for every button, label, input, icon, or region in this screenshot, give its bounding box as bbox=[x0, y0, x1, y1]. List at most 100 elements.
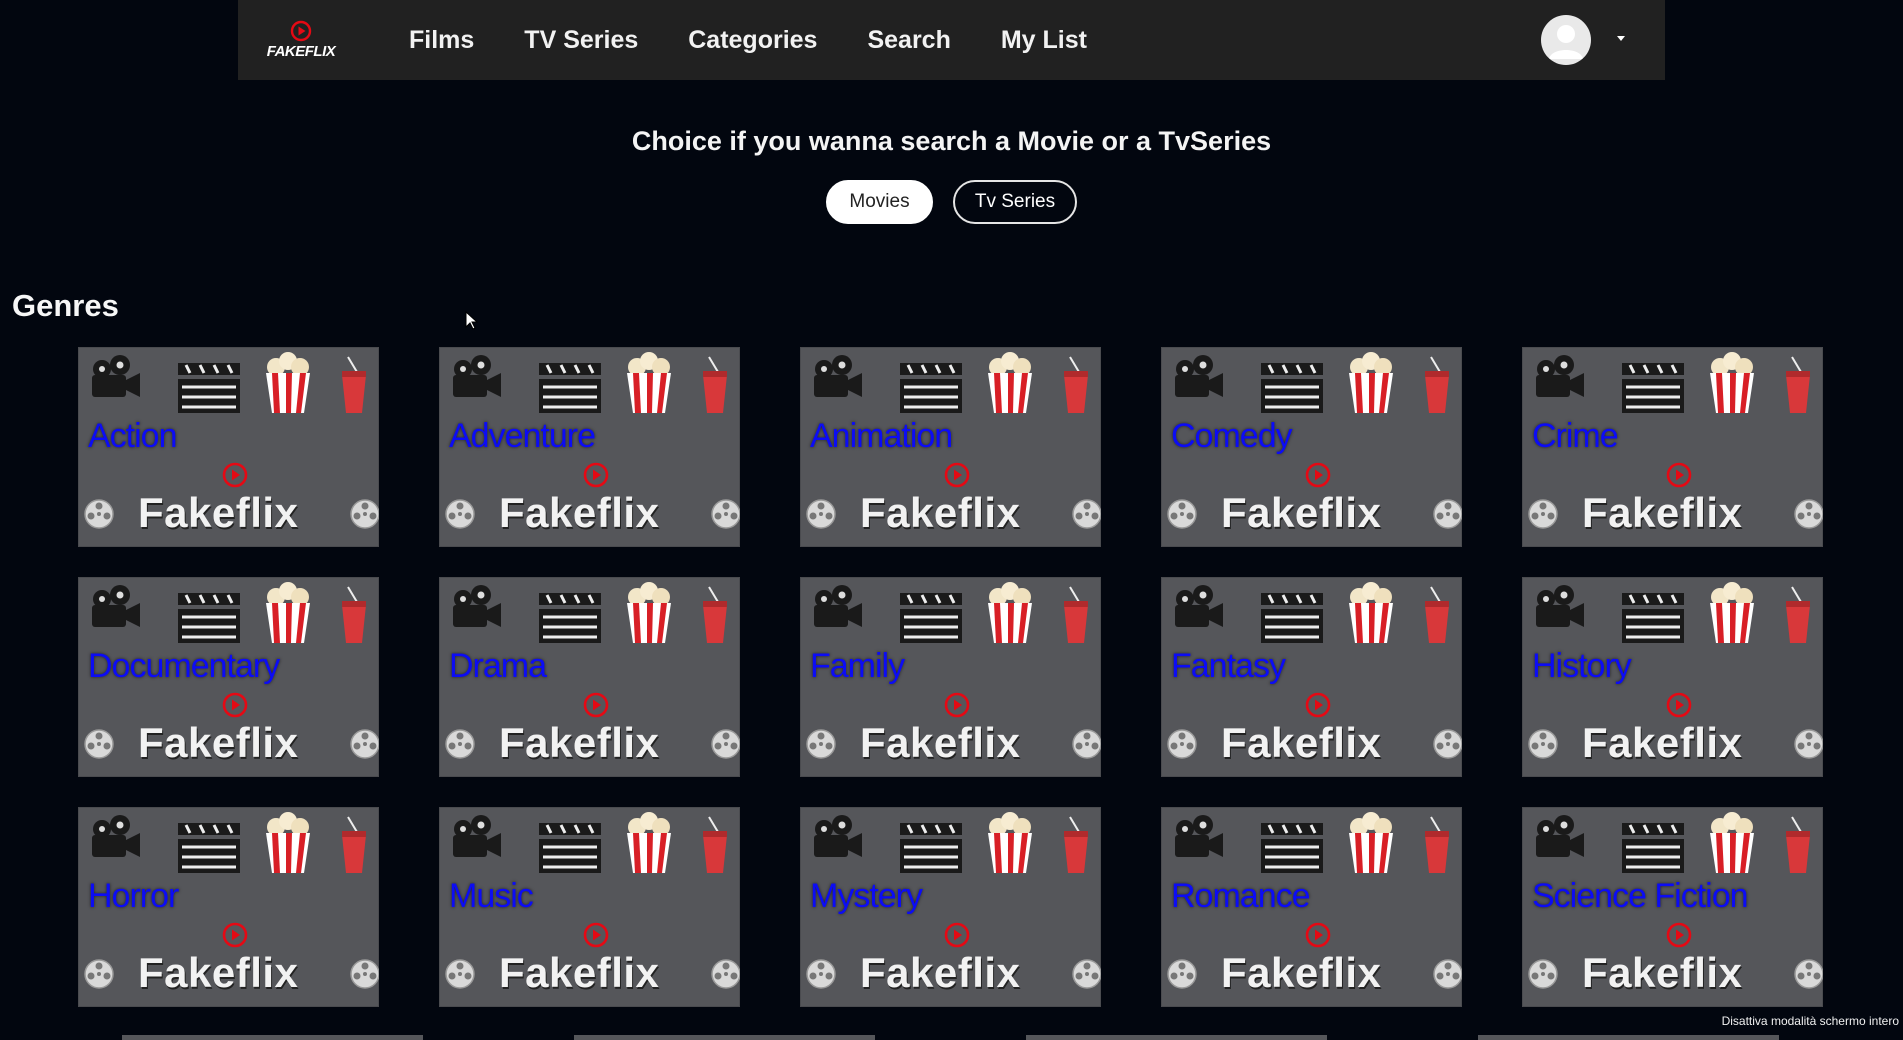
film-reel-icon bbox=[1792, 727, 1823, 766]
card-brand-text: Fakeflix bbox=[860, 719, 1021, 766]
genre-card[interactable]: Science Fiction Fakeflix bbox=[1522, 807, 1823, 1007]
card-brand-text: Fakeflix bbox=[138, 489, 299, 536]
card-brand-text: Fakeflix bbox=[860, 949, 1021, 996]
film-reel-icon bbox=[1070, 727, 1101, 766]
card-brand-text: Fakeflix bbox=[138, 719, 299, 766]
card-brand-text: Fakeflix bbox=[1582, 719, 1743, 766]
genre-label: Horror bbox=[88, 877, 179, 915]
movie-props-icon bbox=[800, 807, 1101, 887]
movie-props-icon bbox=[78, 347, 379, 427]
next-row-card-edge bbox=[1026, 1035, 1327, 1040]
fakeflix-logo[interactable]: FAKEFLIX bbox=[264, 20, 338, 62]
movie-props-icon bbox=[1522, 807, 1823, 887]
genre-card[interactable]: Crime Fakeflix bbox=[1522, 347, 1823, 547]
genre-card[interactable]: Comedy Fakeflix bbox=[1161, 347, 1462, 547]
genre-label: History bbox=[1532, 647, 1632, 685]
film-reel-icon bbox=[1165, 727, 1199, 766]
genre-label: Action bbox=[88, 417, 177, 455]
search-choice-headline: Choice if you wanna search a Movie or a … bbox=[631, 126, 1272, 156]
genre-card[interactable]: Action Fakeflix bbox=[78, 347, 379, 547]
card-brand-text: Fakeflix bbox=[1221, 719, 1382, 766]
film-reel-icon bbox=[1165, 497, 1199, 536]
logo-text: FAKEFLIX bbox=[266, 43, 336, 60]
genre-label: Family bbox=[810, 647, 905, 685]
film-reel-icon bbox=[709, 497, 740, 536]
film-reel-icon bbox=[804, 727, 838, 766]
movies-button[interactable]: Movies bbox=[826, 180, 933, 224]
film-reel-icon bbox=[1165, 957, 1199, 996]
movie-props-icon bbox=[1161, 347, 1462, 427]
genre-card[interactable]: Horror Fakeflix bbox=[78, 807, 379, 1007]
genre-card[interactable]: Adventure Fakeflix bbox=[439, 347, 740, 547]
film-reel-icon bbox=[82, 727, 116, 766]
film-reel-icon bbox=[1526, 957, 1560, 996]
genre-card[interactable]: Drama Fakeflix bbox=[439, 577, 740, 777]
nav-links: Films TV Series Categories Search My Lis… bbox=[409, 0, 1087, 80]
movie-props-icon bbox=[1522, 347, 1823, 427]
film-reel-icon bbox=[1792, 957, 1823, 996]
mouse-cursor-icon bbox=[465, 311, 478, 330]
film-reel-icon bbox=[348, 727, 379, 766]
card-brand-text: Fakeflix bbox=[499, 719, 660, 766]
next-row-card-edge bbox=[122, 1035, 423, 1040]
next-row-card-edge bbox=[1478, 1035, 1779, 1040]
card-brand-text: Fakeflix bbox=[1221, 949, 1382, 996]
genre-label: Documentary bbox=[88, 647, 280, 685]
top-navbar: FAKEFLIX Films TV Series Categories Sear… bbox=[238, 0, 1665, 80]
user-avatar-icon[interactable] bbox=[1541, 15, 1591, 65]
movie-props-icon bbox=[439, 807, 740, 887]
nav-search[interactable]: Search bbox=[867, 26, 950, 55]
genre-card[interactable]: Fantasy Fakeflix bbox=[1161, 577, 1462, 777]
film-reel-icon bbox=[82, 497, 116, 536]
movie-props-icon bbox=[439, 577, 740, 657]
film-reel-icon bbox=[443, 957, 477, 996]
film-reel-icon bbox=[443, 727, 477, 766]
logo-play-icon bbox=[290, 20, 312, 42]
genre-label: Comedy bbox=[1171, 417, 1293, 455]
movie-props-icon bbox=[1522, 577, 1823, 657]
nav-films[interactable]: Films bbox=[409, 26, 474, 55]
movie-props-icon bbox=[800, 347, 1101, 427]
card-brand-text: Fakeflix bbox=[499, 489, 660, 536]
film-reel-icon bbox=[348, 957, 379, 996]
nav-my-list[interactable]: My List bbox=[1001, 26, 1087, 55]
genre-card[interactable]: Animation Fakeflix bbox=[800, 347, 1101, 547]
card-brand-text: Fakeflix bbox=[499, 949, 660, 996]
genre-label: Adventure bbox=[449, 417, 596, 455]
genre-label: Science Fiction bbox=[1532, 877, 1749, 915]
movie-props-icon bbox=[1161, 577, 1462, 657]
genres-title: Genres bbox=[12, 288, 119, 323]
tvseries-button[interactable]: Tv Series bbox=[953, 180, 1077, 224]
caret-down-icon[interactable] bbox=[1617, 36, 1625, 41]
film-reel-icon bbox=[1431, 727, 1462, 766]
card-brand-text: Fakeflix bbox=[860, 489, 1021, 536]
film-reel-icon bbox=[804, 497, 838, 536]
genre-card[interactable]: Music Fakeflix bbox=[439, 807, 740, 1007]
nav-categories[interactable]: Categories bbox=[688, 26, 817, 55]
genre-grid: Action Fakeflix Adventure Fakeflix Anima… bbox=[78, 347, 1823, 1007]
film-reel-icon bbox=[82, 957, 116, 996]
film-reel-icon bbox=[1792, 497, 1823, 536]
media-type-toggle: Movies Tv Series bbox=[826, 180, 1077, 224]
genre-card[interactable]: History Fakeflix bbox=[1522, 577, 1823, 777]
movie-props-icon bbox=[1161, 807, 1462, 887]
next-row-card-edge bbox=[574, 1035, 875, 1040]
film-reel-icon bbox=[709, 727, 740, 766]
card-brand-text: Fakeflix bbox=[1582, 489, 1743, 536]
film-reel-icon bbox=[804, 957, 838, 996]
genre-label: Mystery bbox=[810, 877, 923, 915]
movie-props-icon bbox=[78, 807, 379, 887]
genre-card[interactable]: Family Fakeflix bbox=[800, 577, 1101, 777]
film-reel-icon bbox=[443, 497, 477, 536]
genre-label: Crime bbox=[1532, 417, 1619, 455]
genre-card[interactable]: Mystery Fakeflix bbox=[800, 807, 1101, 1007]
film-reel-icon bbox=[1070, 957, 1101, 996]
film-reel-icon bbox=[348, 497, 379, 536]
film-reel-icon bbox=[709, 957, 740, 996]
film-reel-icon bbox=[1431, 957, 1462, 996]
genre-card[interactable]: Documentary Fakeflix bbox=[78, 577, 379, 777]
nav-tv-series[interactable]: TV Series bbox=[524, 26, 638, 55]
movie-props-icon bbox=[800, 577, 1101, 657]
genre-card[interactable]: Romance Fakeflix bbox=[1161, 807, 1462, 1007]
card-brand-text: Fakeflix bbox=[1582, 949, 1743, 996]
